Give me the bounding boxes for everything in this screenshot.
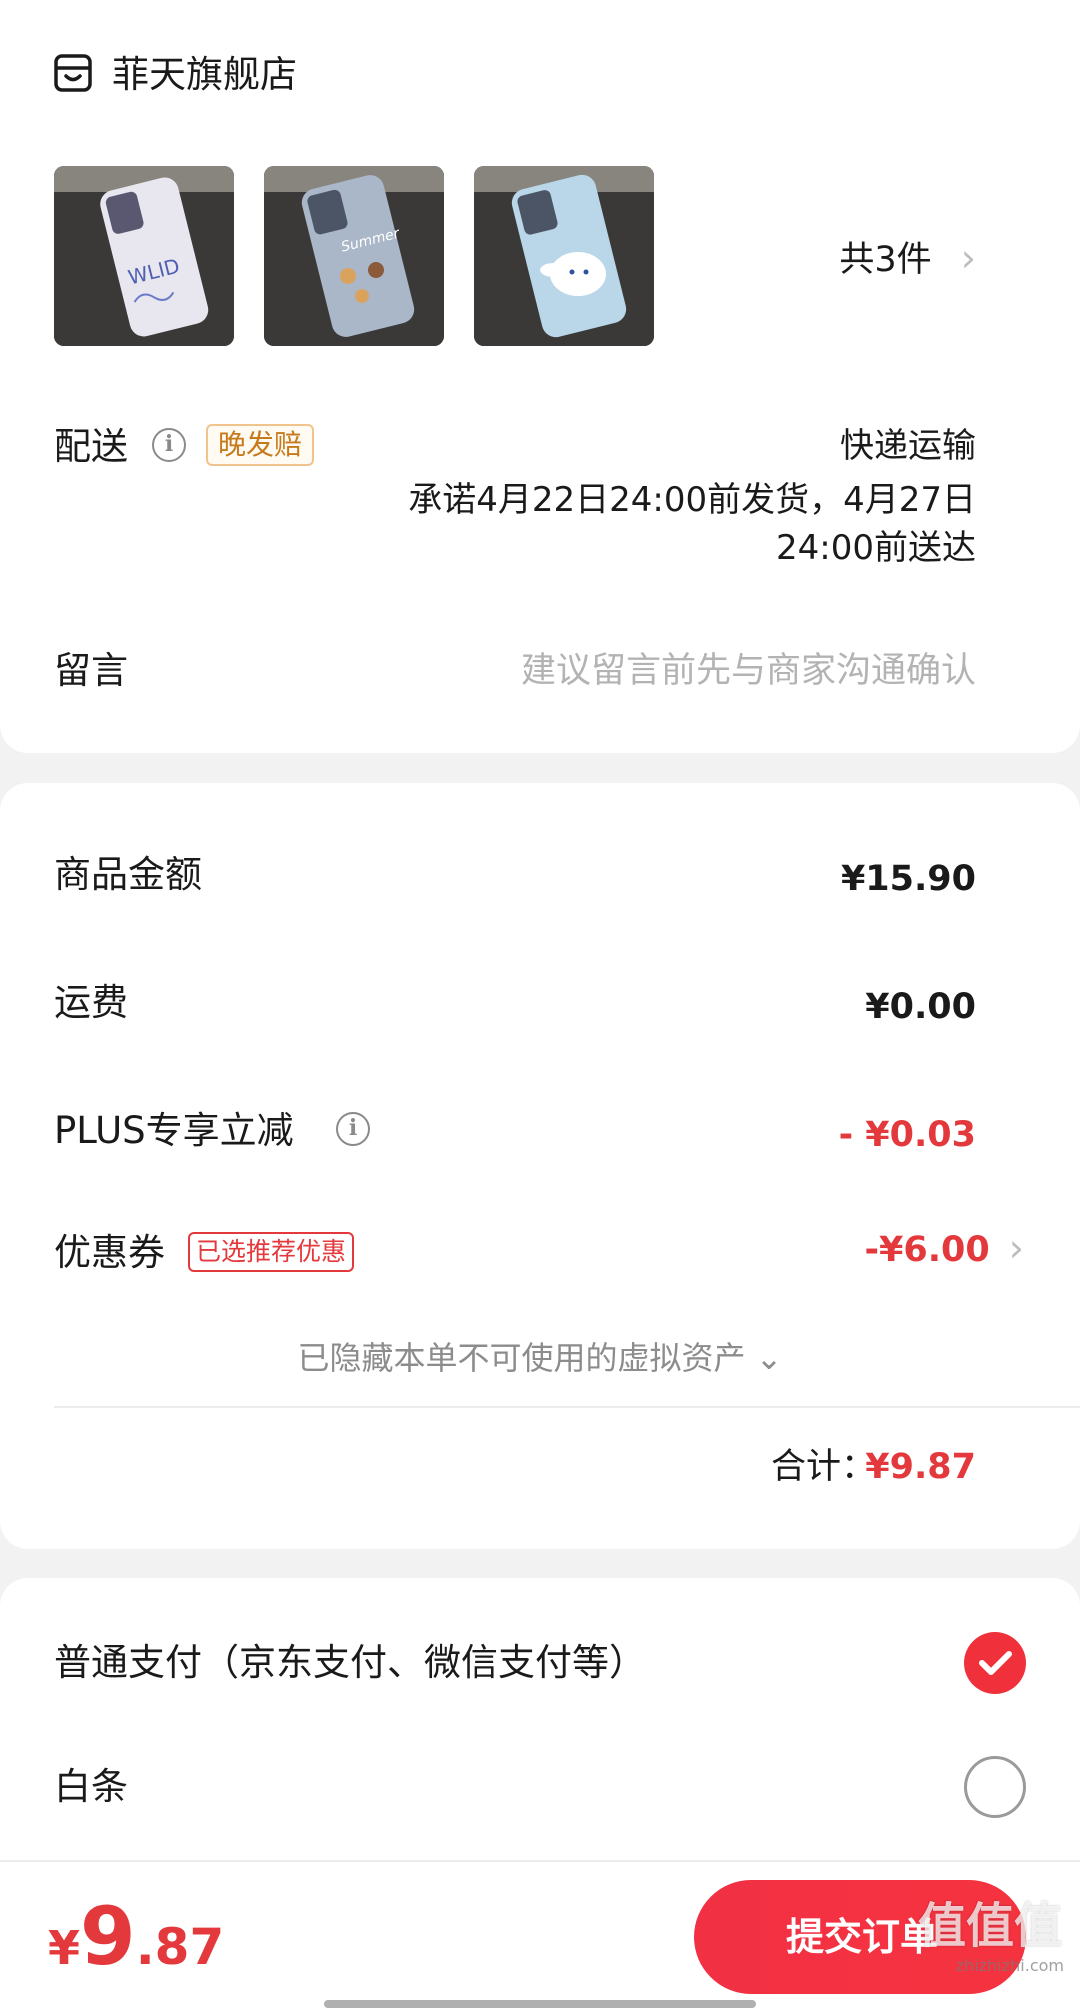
goods-amount-label: 商品金额 — [54, 853, 202, 896]
radio-unselected-icon[interactable] — [964, 1756, 1026, 1818]
goods-amount-value: ¥15.90 — [840, 859, 976, 899]
message-label: 留言 — [54, 649, 128, 692]
product-thumb-3[interactable] — [474, 166, 654, 346]
price-decimal: .87 — [135, 1918, 225, 1976]
total-value: ¥9.87 — [865, 1447, 976, 1487]
message-input[interactable]: 建议留言前先与商家沟通确认 — [521, 648, 976, 694]
final-price: ¥9.87 — [48, 1890, 224, 1983]
payment-option-normal[interactable]: 普通支付（京东支付、微信支付等） — [54, 1640, 646, 1686]
product-thumb-1[interactable]: WLID — [54, 166, 234, 346]
price-integer: 9 — [80, 1890, 136, 1983]
chevron-right-icon: › — [1008, 1226, 1024, 1270]
shop-name[interactable]: 菲天旗舰店 — [112, 52, 297, 98]
delivery-promise-line2: 24:00前送达 — [776, 528, 976, 568]
info-icon[interactable]: i — [336, 1112, 370, 1146]
chevron-right-icon: › — [960, 236, 976, 280]
total-label: 合计： — [770, 1447, 876, 1487]
info-icon[interactable]: i — [152, 428, 186, 462]
plus-discount-label: PLUS专享立减 — [54, 1109, 294, 1152]
coupon-value: -¥6.00 — [864, 1230, 990, 1270]
payment-card — [0, 1578, 1080, 1878]
product-thumb-2[interactable]: Summer — [264, 166, 444, 346]
home-indicator[interactable] — [324, 2000, 756, 2008]
shop-icon — [54, 54, 92, 92]
hidden-assets-toggle[interactable]: 已隐藏本单不可使用的虚拟资产 ⌄ — [0, 1336, 1080, 1380]
payment-option-baitiao[interactable]: 白条 — [54, 1764, 128, 1810]
item-count[interactable]: 共3件 › — [839, 236, 976, 282]
bottom-action-bar: ¥9.87 提交订单 值值值 zhizhizhi.com — [0, 1860, 1080, 2008]
coupon-label: 优惠券 — [54, 1231, 165, 1274]
item-count-label: 共3件 — [839, 240, 932, 280]
watermark-logo: 值值值 — [917, 1898, 1062, 1954]
coupon-recommended-badge: 已选推荐优惠 — [188, 1232, 355, 1272]
currency-symbol: ¥ — [48, 1921, 81, 1975]
plus-discount-value: - ¥0.03 — [838, 1115, 976, 1155]
delivery-promise-line1: 承诺4月22日24:00前发货，4月27日 — [408, 480, 976, 520]
shipping-value: ¥0.00 — [865, 987, 976, 1027]
order-shop-card — [0, 0, 1080, 753]
watermark-url: zhizhizhi.com — [955, 1956, 1064, 1975]
shipping-label: 运费 — [54, 981, 128, 1024]
check-selected-icon[interactable] — [964, 1632, 1026, 1694]
late-compensation-badge: 晚发赔 — [206, 424, 315, 466]
divider — [54, 1406, 1080, 1408]
delivery-label: 配送 — [54, 425, 128, 468]
coupon-selector[interactable]: -¥6.00 › — [864, 1226, 1024, 1273]
delivery-method[interactable]: 快递运输 — [840, 422, 976, 470]
